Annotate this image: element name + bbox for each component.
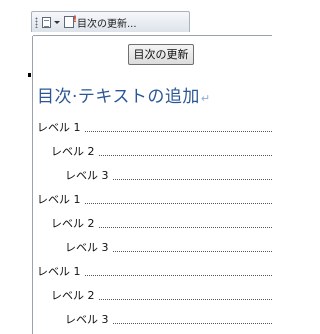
toc-leader-dots (98, 299, 272, 300)
toc-entry[interactable]: レベル 1 (37, 263, 272, 279)
toc-leader-dots (84, 203, 272, 204)
toc-leader-dots (112, 323, 272, 324)
toc-entry[interactable]: レベル 1 (37, 191, 272, 207)
page-top-border (33, 35, 272, 36)
update-toc-tab-label[interactable]: 目次の更新... (77, 15, 137, 30)
toc-entry-text[interactable]: レベル 3 (65, 311, 113, 327)
document-icon[interactable] (42, 16, 51, 28)
toc-leader-dots (84, 131, 272, 132)
toc-entry[interactable]: レベル 1 (37, 119, 272, 135)
toc-entry-text[interactable]: レベル 1 (37, 263, 85, 279)
toc-entry[interactable]: レベル 3 (65, 311, 272, 327)
toc-leader-dots (98, 155, 272, 156)
toc-entry-text[interactable]: レベル 3 (65, 239, 113, 255)
toc-title: 目次·テキストの追加↵ (37, 82, 211, 107)
update-table-icon[interactable] (64, 15, 77, 28)
update-toc-button[interactable]: 目次の更新 (128, 44, 194, 65)
toc-title-text: 目次·テキストの追加 (37, 87, 200, 107)
toc-leader-dots (98, 227, 272, 228)
toc-entry[interactable]: レベル 3 (65, 167, 272, 183)
content-control-tab[interactable]: 目次の更新... (31, 11, 190, 32)
page-left-border (32, 36, 33, 334)
toc-entry[interactable]: レベル 3 (65, 239, 272, 255)
dropdown-arrow-icon[interactable] (54, 20, 60, 24)
toc-entry-text[interactable]: レベル 2 (51, 143, 99, 159)
toc-entry-text[interactable]: レベル 1 (37, 191, 85, 207)
toc-entry-text[interactable]: レベル 2 (51, 287, 99, 303)
toc-leader-dots (84, 275, 272, 276)
toc-entry[interactable]: レベル 2 (51, 287, 272, 303)
toc-entry-text[interactable]: レベル 1 (37, 119, 85, 135)
toc-entry[interactable]: レベル 2 (51, 143, 272, 159)
toc-entry[interactable]: レベル 2 (51, 215, 272, 231)
toc-entry-text[interactable]: レベル 3 (65, 167, 113, 183)
toc-entry-text[interactable]: レベル 2 (51, 215, 99, 231)
paragraph-mark-icon: ↵ (200, 92, 211, 105)
paragraph-bullet (28, 73, 31, 77)
drag-handle-icon[interactable] (35, 16, 38, 28)
toc-leader-dots (112, 251, 272, 252)
toc-leader-dots (112, 179, 272, 180)
